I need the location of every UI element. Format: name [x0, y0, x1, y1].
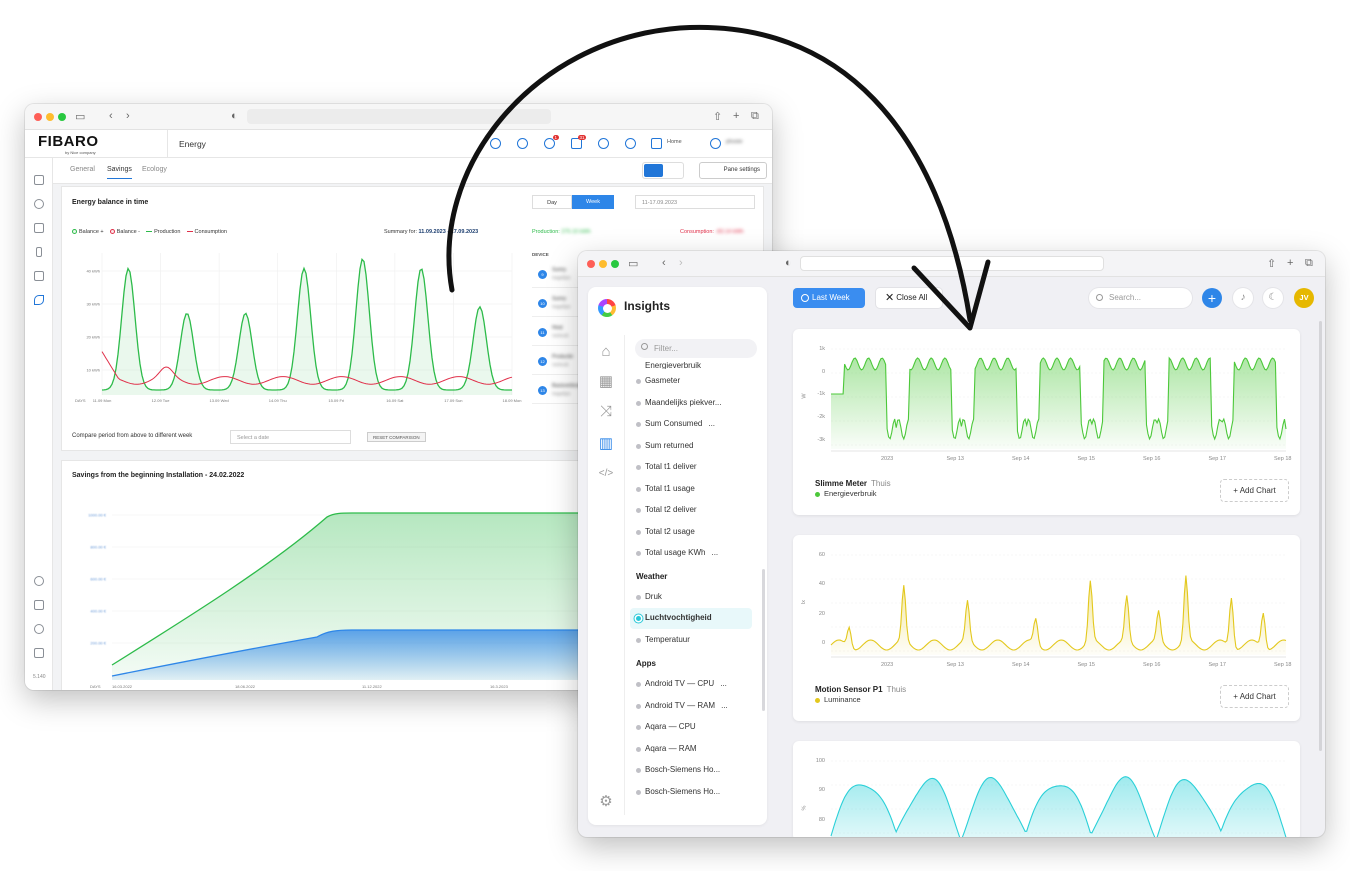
arrow-curve [446, 24, 973, 323]
curved-arrow [446, 24, 991, 331]
arrow-head [911, 259, 991, 331]
